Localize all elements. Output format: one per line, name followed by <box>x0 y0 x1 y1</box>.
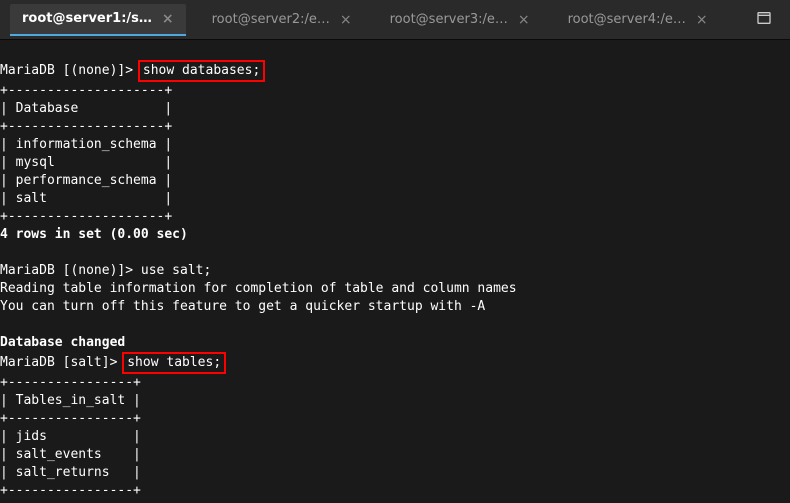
database-changed: Database changed <box>0 335 125 350</box>
table-row: | mysql | <box>0 155 172 170</box>
command-text: show databases; <box>143 63 260 78</box>
table-header: | Database | <box>0 101 172 116</box>
table-border: +----------------+ <box>0 375 141 390</box>
command-highlight: show tables; <box>122 352 226 374</box>
tab-label: root@server2:/e… <box>212 12 330 27</box>
table-border: +----------------+ <box>0 411 141 426</box>
prompt: MariaDB [(none)]> <box>0 63 141 78</box>
table-row: | salt_returns | <box>0 465 141 480</box>
table-border: +--------------------+ <box>0 119 172 134</box>
close-icon[interactable]: × <box>162 11 174 27</box>
rows-summary: 4 rows in set (0.00 sec) <box>0 227 188 242</box>
new-tab-button[interactable] <box>748 10 780 30</box>
table-border: +----------------+ <box>0 483 141 498</box>
tab-label: root@server3:/e… <box>390 12 508 27</box>
tab-label: root@server4:/e… <box>568 12 686 27</box>
terminal-icon <box>756 10 772 26</box>
tab-bar: root@server1:/s… × root@server2:/e… × ro… <box>0 0 790 40</box>
tab-server3[interactable]: root@server3:/e… × <box>378 4 542 36</box>
table-header: | Tables_in_salt | <box>0 393 141 408</box>
tab-server1[interactable]: root@server1:/s… × <box>10 4 186 36</box>
info-line: You can turn off this feature to get a q… <box>0 299 485 314</box>
table-border: +--------------------+ <box>0 209 172 224</box>
command-highlight: show databases; <box>138 60 265 82</box>
prompt-line: MariaDB [(none)]> use salt; <box>0 263 211 278</box>
table-row: | jids | <box>0 429 141 444</box>
close-icon[interactable]: × <box>696 12 708 28</box>
command-text: show tables; <box>127 355 221 370</box>
terminal-output[interactable]: MariaDB [(none)]> show databases; +-----… <box>0 40 790 500</box>
table-row: | salt_events | <box>0 447 141 462</box>
tab-label: root@server1:/s… <box>22 11 152 26</box>
table-row: | information_schema | <box>0 137 172 152</box>
tab-server4[interactable]: root@server4:/e… × <box>556 4 720 36</box>
table-row: | salt | <box>0 191 172 206</box>
close-icon[interactable]: × <box>340 12 352 28</box>
prompt: MariaDB [salt]> <box>0 355 125 370</box>
table-row: | performance_schema | <box>0 173 172 188</box>
table-border: +--------------------+ <box>0 83 172 98</box>
close-icon[interactable]: × <box>518 12 530 28</box>
info-line: Reading table information for completion… <box>0 281 517 296</box>
tab-server2[interactable]: root@server2:/e… × <box>200 4 364 36</box>
